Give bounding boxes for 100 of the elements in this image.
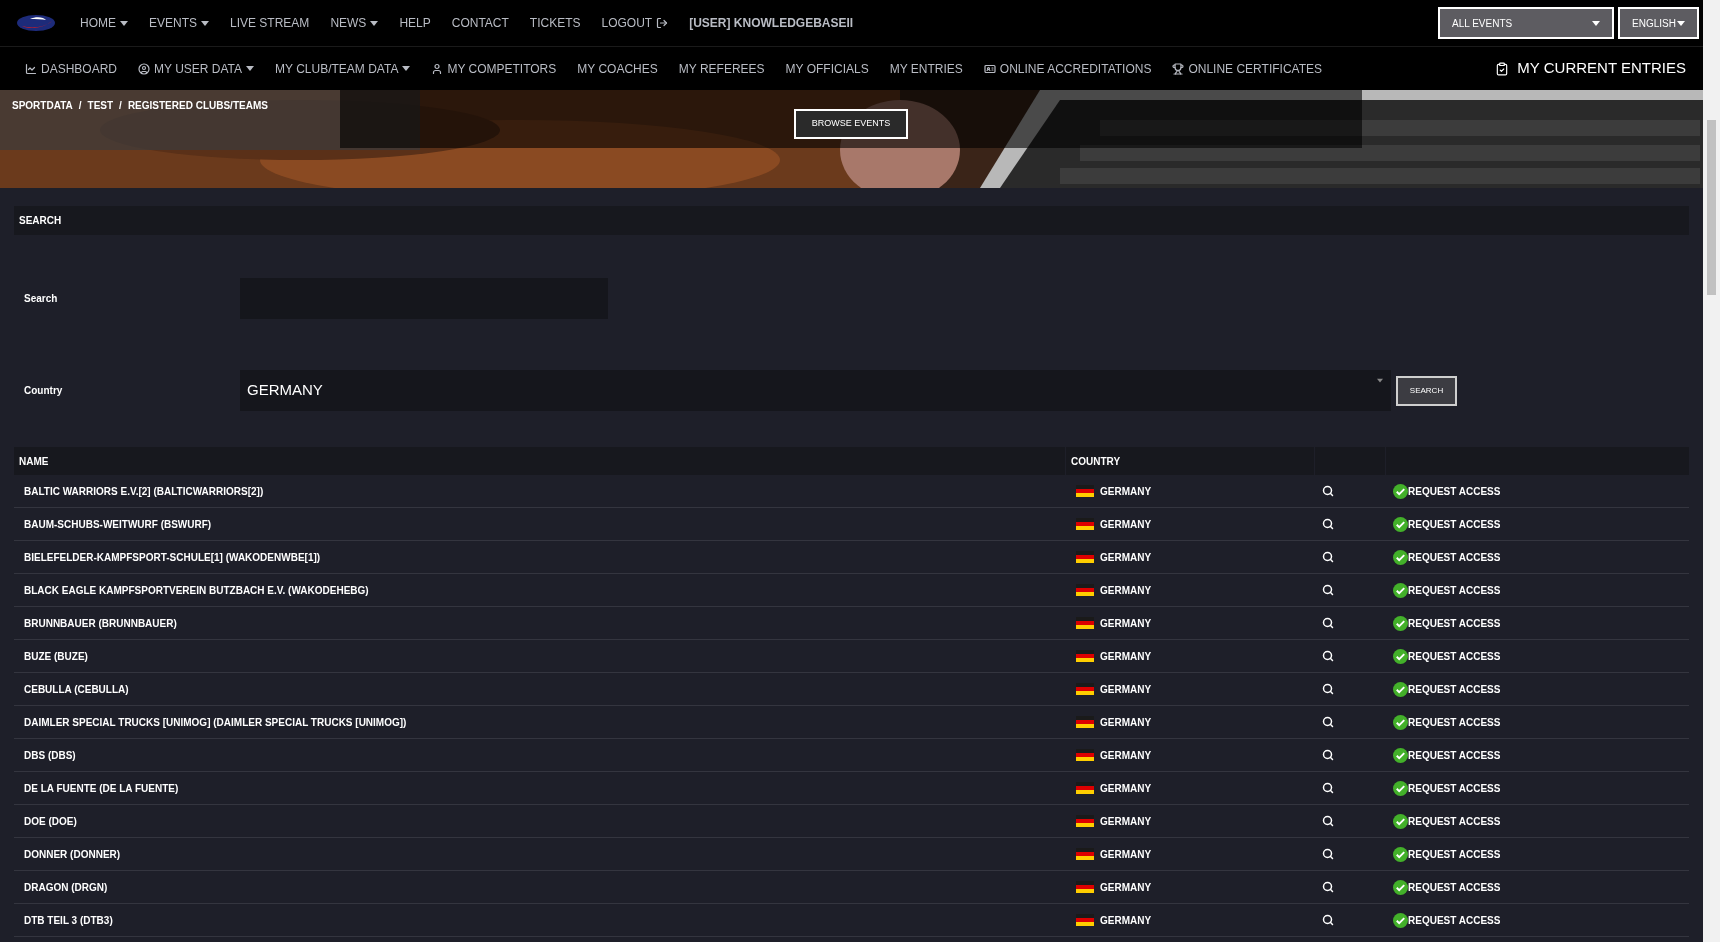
breadcrumb-link[interactable]: TEST [87,98,114,113]
caret-icon [1592,20,1600,26]
caret-icon [402,66,411,71]
search-icon[interactable] [1322,848,1334,860]
flag-icon [1076,617,1094,629]
flag-icon [1076,782,1094,794]
search-icon[interactable] [1322,914,1334,926]
breadcrumb-link[interactable]: REGISTERED CLUBS/TEAMS [127,98,268,113]
request-access-link[interactable]: REQUEST ACCESS [1385,483,1501,499]
field-label: Country [23,384,64,398]
request-access-link[interactable]: REQUEST ACCESS [1385,912,1501,928]
nav-link[interactable]: MY OFFICIALS [785,59,869,78]
club-name: DONNER (DONNER) [23,847,122,862]
country-name: GERMANY [1100,484,1152,499]
country-name: GERMANY [1100,880,1152,895]
language-select[interactable]: ENGLISH [1618,7,1699,39]
caret-icon [370,20,379,26]
nav-link[interactable]: ONLINE ACCREDITATIONS [983,59,1152,78]
request-access-link[interactable]: REQUEST ACCESS [1385,813,1501,829]
search-button[interactable]: SEARCH [1396,375,1457,406]
search-icon[interactable] [1322,650,1334,662]
request-access-link[interactable]: REQUEST ACCESS [1385,879,1501,895]
request-access-link[interactable]: REQUEST ACCESS [1385,516,1501,532]
search-icon[interactable] [1322,782,1334,794]
club-name: BALTIC WARRIORS E.V.[2] (BALTICWARRIORS[2]) [23,484,265,499]
country-name: GERMANY [1100,616,1152,631]
search-icon[interactable] [1322,617,1334,629]
request-access-link[interactable]: REQUEST ACCESS [1385,615,1501,631]
request-access-link[interactable]: REQUEST ACCESS [1385,681,1501,697]
flag-icon [1076,551,1094,563]
country-name: GERMANY [1100,781,1152,796]
scrollbar[interactable] [1703,0,1720,942]
request-access-link[interactable]: REQUEST ACCESS [1385,582,1501,598]
country-name: GERMANY [1100,649,1152,664]
nav-link[interactable]: MY REFEREES [678,59,765,78]
chart-icon [25,62,37,75]
event-select[interactable]: ALL EVENTS [1438,7,1614,39]
flag-icon [1076,716,1094,728]
flag-icon [1076,485,1094,497]
country-name: GERMANY [1100,748,1152,763]
nav-link[interactable]: CONTACT [451,14,509,32]
search-icon[interactable] [1322,485,1334,497]
request-access-link[interactable]: REQUEST ACCESS [1385,648,1501,664]
caret-icon [246,66,255,71]
search-icon[interactable] [1322,518,1334,530]
search-icon[interactable] [1322,815,1334,827]
flag-icon [1076,848,1094,860]
country-select[interactable]: GERMANY [240,370,1391,411]
nav-link[interactable]: MY CLUB/TEAM DATA [275,59,411,78]
nav-link[interactable]: MY USER DATA [138,59,255,78]
check-circle-icon [1393,780,1408,796]
request-access-link[interactable]: REQUEST ACCESS [1385,846,1501,862]
nav-link[interactable]: EVENTS [149,14,209,32]
breadcrumb-link[interactable]: SPORTDATA [12,98,73,113]
nav-link[interactable]: MY ENTRIES [889,59,963,78]
nav-link[interactable]: MY COACHES [577,59,658,78]
club-name: BRUNNBAUER (BRUNNBAUER) [23,616,178,631]
caret-icon [120,20,128,26]
check-circle-icon [1393,813,1408,829]
nav-link[interactable]: HELP [399,14,431,32]
club-name: DRAGON (DRGN) [23,880,109,895]
country-name: GERMANY [1100,682,1152,697]
check-circle-icon [1393,582,1408,598]
club-name: BUZE (BUZE) [23,649,89,664]
request-access-link[interactable]: REQUEST ACCESS [1385,549,1501,565]
breadcrumb-separator: / [78,99,82,113]
column-header: NAME [18,454,50,469]
request-access-link[interactable]: REQUEST ACCESS [1385,714,1501,730]
request-access-link[interactable]: REQUEST ACCESS [1385,747,1501,763]
check-circle-icon [1393,879,1408,895]
check-circle-icon [1393,747,1408,763]
nav-link[interactable]: HOME [80,14,128,32]
logout-icon [656,17,669,29]
search-icon[interactable] [1322,551,1334,563]
request-access-link[interactable]: REQUEST ACCESS [1385,780,1501,796]
search-icon[interactable] [1322,749,1334,761]
nav-link[interactable]: NEWS [330,14,379,32]
nav-link[interactable]: ONLINE CERTIFICATES [1172,59,1322,78]
browse-events-button[interactable]: BROWSE EVENTS [793,109,909,139]
country-name: GERMANY [1100,913,1152,928]
current-entries-link[interactable]: MY CURRENT ENTRIES [1495,57,1686,80]
search-icon[interactable] [1322,683,1334,695]
logo-icon[interactable] [16,14,56,32]
search-icon[interactable] [1322,881,1334,893]
breadcrumb-separator: / [119,99,122,113]
check-circle-icon [1393,912,1408,928]
search-icon[interactable] [1322,584,1334,596]
club-name: DOE (DOE) [23,814,78,829]
nav-link[interactable]: DASHBOARD [25,59,117,78]
check-circle-icon [1393,615,1408,631]
search-icon[interactable] [1322,716,1334,728]
section-header: SEARCH [14,206,1689,235]
nav-link[interactable]: TICKETS [529,14,581,32]
country-name: GERMANY [1100,517,1152,532]
nav-link[interactable]: LOGOUT [601,14,669,32]
club-name: DBS (DBS) [23,748,77,763]
flag-icon [1076,650,1094,662]
country-name: GERMANY [1100,715,1152,730]
nav-link[interactable]: LIVE STREAM [230,14,310,32]
nav-link[interactable]: MY COMPETITORS [431,59,557,78]
